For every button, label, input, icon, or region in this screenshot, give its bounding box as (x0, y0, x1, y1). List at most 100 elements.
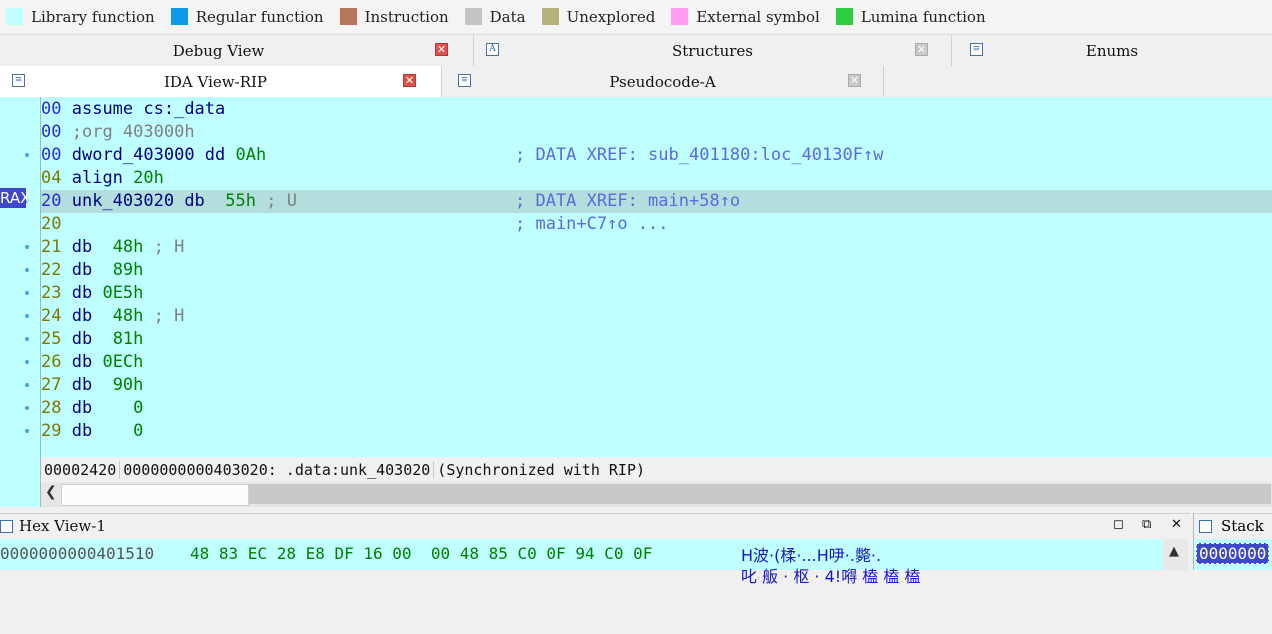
legend-label: Regular function (195, 7, 324, 26)
line-address: 20 (41, 214, 62, 234)
tab-pseudocode-label: Pseudocode-A (609, 72, 716, 91)
breakpoint-dot-icon[interactable] (25, 291, 29, 295)
disasm-line[interactable]: 23 db 0E5h (41, 282, 1272, 305)
ida-view-icon: ≡ (12, 74, 25, 87)
disasm-line[interactable]: 20 unk_403020 db 55h ; U ; DATA XREF: mai… (41, 190, 1272, 213)
line-xref[interactable]: ; main+C7↑o ... (515, 213, 669, 236)
line-code[interactable]: db 48h ; H (72, 237, 185, 257)
line-code[interactable]: db 90h (72, 375, 144, 395)
horizontal-scrollbar[interactable]: ❮ (40, 482, 1272, 507)
line-address: 04 (41, 168, 62, 188)
stack-value[interactable]: 0000000 (1196, 543, 1270, 564)
breakpoint-dot-icon[interactable] (25, 314, 29, 318)
line-address: 25 (41, 329, 62, 349)
line-address: 28 (41, 398, 62, 418)
line-address: 27 (41, 375, 62, 395)
disasm-line[interactable]: 00 assume cs:_data (41, 98, 1272, 121)
line-code[interactable]: db 0ECh (72, 352, 144, 372)
breakpoint-dot-icon[interactable] (25, 245, 29, 249)
legend-item: Regular function (165, 8, 324, 26)
breakpoint-dot-icon[interactable] (25, 383, 29, 387)
line-code[interactable]: assume cs:_data (72, 99, 226, 119)
breakpoint-dot-icon[interactable] (25, 360, 29, 364)
tab-ida-view-label: IDA View-RIP (163, 72, 267, 91)
legend-label: External symbol (696, 7, 820, 26)
tab-pseudocode[interactable]: ≡ Pseudocode-A ✕ (442, 66, 884, 97)
disasm-line[interactable]: 28 db 0 (41, 397, 1272, 420)
disassembly-listing[interactable]: 00 assume cs:_data 00 ;org 403000h 00 dwor… (40, 97, 1272, 457)
close-icon[interactable]: ✕ (1171, 517, 1182, 532)
close-icon[interactable]: ✕ (403, 74, 416, 87)
scroll-thumb[interactable] (61, 484, 249, 506)
stack-view-body[interactable]: 0000000 (1193, 539, 1272, 570)
legend-label: Library function (31, 7, 155, 26)
disasm-line[interactable]: 24 db 48h ; H (41, 305, 1272, 328)
status-sync: (Synchronized with RIP) (437, 460, 646, 479)
disassembly-view[interactable]: RAX 00 assume cs:_data 00 ;org 403000h 00 … (0, 97, 1272, 507)
legend-swatch (6, 8, 23, 25)
close-icon[interactable]: ✕ (848, 74, 861, 87)
breakpoint-dot-icon[interactable] (25, 153, 29, 157)
scroll-up-icon[interactable]: ▲ (1169, 544, 1179, 559)
line-address: 29 (41, 421, 62, 441)
legend-item: Unexplored (536, 8, 655, 26)
minimize-icon[interactable]: ◻ (1113, 517, 1124, 532)
line-address: 24 (41, 306, 62, 326)
stack-view-header: Stack (1193, 513, 1272, 540)
line-code[interactable]: db 0 (72, 398, 144, 418)
legend-swatch (464, 8, 482, 25)
arrows-gutter (0, 97, 40, 507)
line-code[interactable]: db 81h (72, 329, 144, 349)
line-address: 00 (41, 99, 62, 119)
tab-structures[interactable]: A Structures ✕ (474, 35, 952, 67)
tab-enums[interactable]: ≡ Enums (952, 35, 1272, 67)
legend-swatch (671, 8, 689, 25)
line-code[interactable]: db 89h (72, 260, 144, 280)
scroll-left-icon[interactable]: ❮ (45, 484, 57, 500)
breakpoint-dot-icon[interactable] (25, 337, 29, 341)
legend-swatch (170, 8, 188, 25)
disasm-line[interactable]: 25 db 81h (41, 328, 1272, 351)
breakpoint-dot-icon[interactable] (25, 406, 29, 410)
tab-debug-view[interactable]: Debug View ✕ (0, 35, 474, 67)
disasm-line[interactable]: 04 align 20h (41, 167, 1272, 190)
breakpoint-dot-icon[interactable] (25, 268, 29, 272)
vertical-scrollbar[interactable]: ▲ (1164, 539, 1188, 570)
line-code[interactable]: align 20h (72, 168, 164, 188)
disasm-line[interactable]: 21 db 48h ; H (41, 236, 1272, 259)
enums-icon: ≡ (970, 43, 983, 56)
hex-view-header: Hex View-1 ◻ ⧉ ✕ (0, 513, 1190, 540)
line-code[interactable]: ;org 403000h (72, 122, 195, 142)
tab-ida-view[interactable]: ≡ IDA View-RIP ✕ (0, 66, 442, 97)
disasm-line[interactable]: 27 db 90h (41, 374, 1272, 397)
line-address: 22 (41, 260, 62, 280)
disasm-line[interactable]: 00 dword_403000 dd 0Ah ; DATA XREF: sub_4… (41, 144, 1272, 167)
line-xref[interactable]: ; DATA XREF: sub_401180:loc_40130F↑w (515, 144, 883, 167)
status-line: 00002420 0000000000403020: .data:unk_403… (40, 457, 1272, 482)
close-icon[interactable]: ✕ (435, 43, 448, 56)
breakpoint-dot-icon[interactable] (25, 429, 29, 433)
close-icon[interactable]: ✕ (915, 43, 928, 56)
line-code[interactable]: db 48h ; H (72, 306, 185, 326)
line-code[interactable]: dword_403000 dd 0Ah (72, 145, 266, 165)
disasm-line[interactable]: 20 ; main+C7↑o ... (41, 213, 1272, 236)
hex-view-body[interactable]: 0000000000401510 48 83 EC 28 E8 DF 16 00… (0, 539, 1163, 586)
disasm-line[interactable]: 00 ;org 403000h (41, 121, 1272, 144)
status-offset: 00002420 (41, 460, 121, 479)
disasm-line[interactable]: 29 db 0 (41, 420, 1272, 443)
tab-row-top: Debug View ✕ A Structures ✕ ≡ Enums (0, 34, 1272, 67)
tab-structures-label: Structures (672, 42, 753, 60)
disasm-line[interactable]: 26 db 0ECh (41, 351, 1272, 374)
disasm-line[interactable]: 22 db 89h (41, 259, 1272, 282)
float-icon[interactable]: ⧉ (1142, 517, 1151, 532)
line-xref[interactable]: ; DATA XREF: main+58↑o (515, 190, 740, 213)
legend-item: Instruction (334, 8, 449, 26)
line-code[interactable]: db 0E5h (72, 283, 144, 303)
line-code[interactable]: db 0 (72, 421, 144, 441)
legend-item: Lumina function (830, 8, 986, 26)
line-code[interactable]: unk_403020 db 55h ; U (72, 191, 297, 211)
register-marker[interactable]: RAX (0, 188, 30, 208)
hex-ascii-next[interactable]: 叱 舨 · 枢 · 4!嘚 榼 榼 榼 (741, 563, 920, 587)
hex-bytes[interactable]: 48 83 EC 28 E8 DF 16 00 00 48 85 C0 0F 9… (190, 544, 652, 563)
scroll-track[interactable] (249, 484, 1271, 504)
